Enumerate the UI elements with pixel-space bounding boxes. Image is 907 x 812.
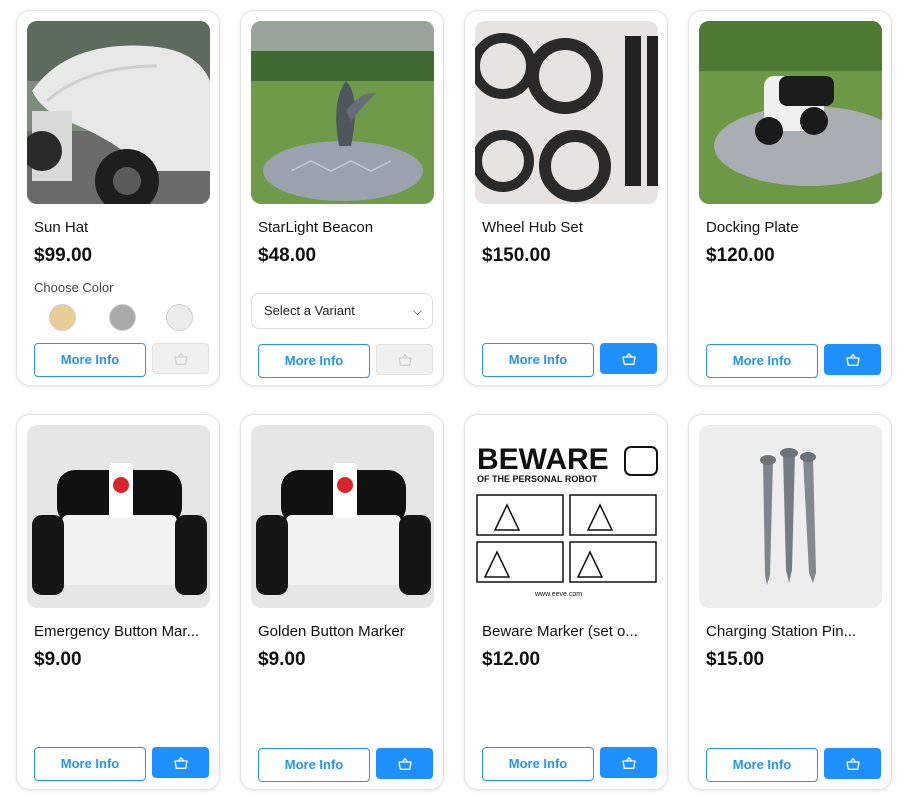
add-to-cart-button[interactable] <box>376 748 433 779</box>
product-card-docking-plate: Docking Plate $120.00 More Info <box>688 10 892 386</box>
sign-headline: BEWARE <box>477 443 609 476</box>
product-name: Charging Station Pin... <box>706 623 857 640</box>
more-info-button[interactable]: More Info <box>258 748 370 782</box>
product-card-golden-button-marker: Golden Button Marker $9.00 More Info <box>240 414 444 790</box>
add-to-cart-button[interactable] <box>376 344 433 375</box>
add-to-cart-button[interactable] <box>824 344 881 375</box>
product-image[interactable]: BEWARE OF THE PERSONAL ROBOT www.eeve.co… <box>475 425 658 608</box>
add-to-cart-button[interactable] <box>152 343 209 374</box>
product-image[interactable] <box>27 425 210 608</box>
more-info-button[interactable]: More Info <box>34 747 146 781</box>
basket-icon <box>621 756 636 769</box>
product-image[interactable] <box>251 425 434 608</box>
choose-color-label: Choose Color <box>34 280 114 295</box>
product-price: $120.00 <box>706 245 775 266</box>
basket-icon <box>621 352 636 365</box>
product-image[interactable] <box>699 21 882 204</box>
product-card-emergency-button-marker: Emergency Button Mar... $9.00 More Info <box>16 414 220 790</box>
add-to-cart-button[interactable] <box>600 747 657 778</box>
basket-icon <box>397 757 412 770</box>
more-info-button[interactable]: More Info <box>706 748 818 782</box>
product-name: Beware Marker (set o... <box>482 623 638 640</box>
product-card-sun-hat: Sun Hat $99.00 Choose Color More Info <box>16 10 220 386</box>
sign-subline: OF THE PERSONAL ROBOT <box>477 474 598 484</box>
color-swatch-white[interactable] <box>166 304 193 331</box>
more-info-button[interactable]: More Info <box>482 343 594 377</box>
more-info-button[interactable]: More Info <box>706 344 818 378</box>
product-card-charging-station-pins: Charging Station Pin... $15.00 More Info <box>688 414 892 790</box>
product-price: $150.00 <box>482 245 551 266</box>
add-to-cart-button[interactable] <box>152 747 209 778</box>
product-name: Sun Hat <box>34 219 89 236</box>
sign-url: www.eeve.com <box>534 591 582 598</box>
product-price: $99.00 <box>34 245 93 266</box>
product-image[interactable] <box>251 21 434 204</box>
product-price: $48.00 <box>258 245 317 266</box>
basket-icon <box>173 756 188 769</box>
product-name: Emergency Button Mar... <box>34 623 200 640</box>
basket-icon <box>845 353 860 366</box>
product-name: Golden Button Marker <box>258 623 405 640</box>
product-name: Wheel Hub Set <box>482 219 583 236</box>
more-info-button[interactable]: More Info <box>258 344 370 378</box>
add-to-cart-button[interactable] <box>824 748 881 779</box>
product-price: $15.00 <box>706 649 765 670</box>
product-image[interactable] <box>699 425 882 608</box>
add-to-cart-button[interactable] <box>600 343 657 374</box>
basket-icon <box>397 353 412 366</box>
product-price: $9.00 <box>258 649 306 670</box>
basket-icon <box>845 757 860 770</box>
more-info-button[interactable]: More Info <box>482 747 594 781</box>
chevron-down-icon: ⌵ <box>412 304 422 318</box>
basket-icon <box>173 352 188 365</box>
more-info-button[interactable]: More Info <box>34 343 146 377</box>
color-swatch-gray[interactable] <box>109 304 136 331</box>
product-name: Docking Plate <box>706 219 799 236</box>
variant-select-value: Select a Variant <box>264 303 355 318</box>
product-card-starlight-beacon: StarLight Beacon $48.00 Select a Variant… <box>240 10 444 386</box>
variant-select[interactable]: Select a Variant ⌵ <box>251 293 433 329</box>
product-card-wheel-hub-set: Wheel Hub Set $150.00 More Info <box>464 10 668 386</box>
product-card-beware-marker: BEWARE OF THE PERSONAL ROBOT www.eeve.co… <box>464 414 668 790</box>
product-price: $12.00 <box>482 649 541 670</box>
product-image[interactable] <box>475 21 658 204</box>
color-swatch-tan[interactable] <box>49 304 76 331</box>
product-name: StarLight Beacon <box>258 219 374 236</box>
product-price: $9.00 <box>34 649 82 670</box>
product-image[interactable] <box>27 21 210 204</box>
